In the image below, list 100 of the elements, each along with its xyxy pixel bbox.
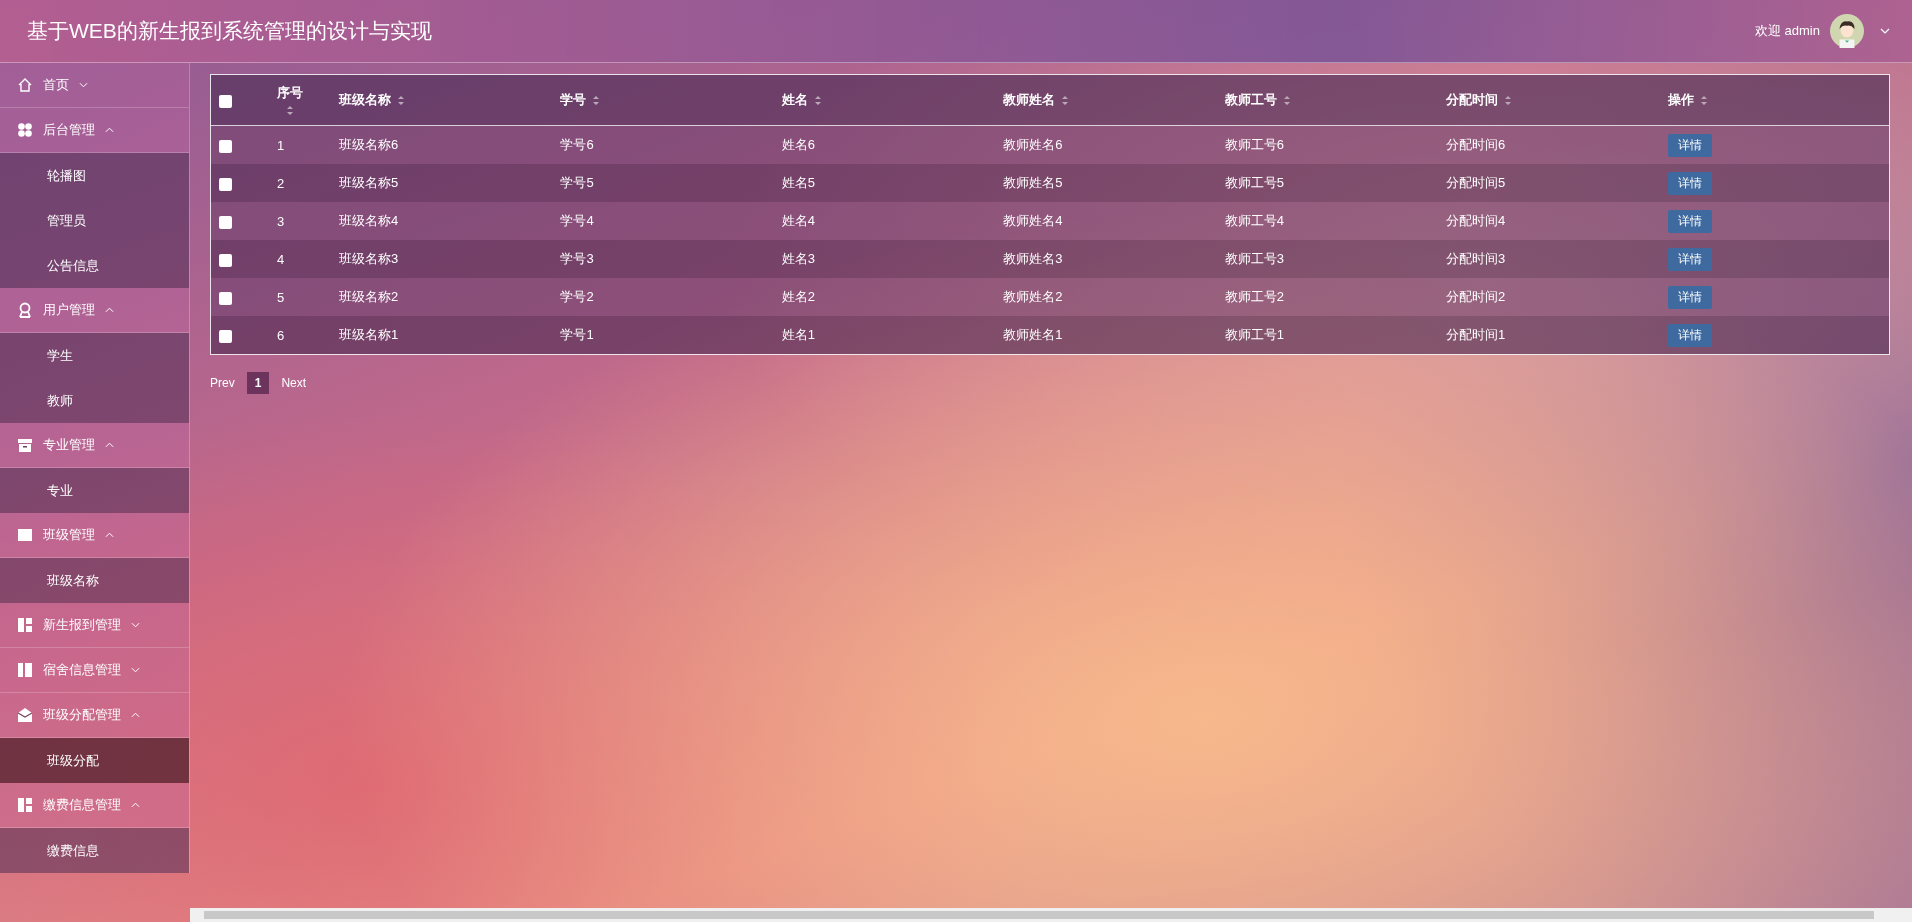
- menu-item[interactable]: 宿舍信息管理: [0, 648, 189, 693]
- detail-button[interactable]: 详情: [1667, 209, 1712, 233]
- table-cell: 教师工号1: [1224, 327, 1284, 342]
- submenu-item[interactable]: 学生: [0, 333, 189, 378]
- table-cell: 4: [277, 251, 285, 267]
- welcome-text: 欢迎 admin: [1754, 22, 1820, 40]
- checkbox[interactable]: [219, 253, 232, 267]
- home-icon: [17, 77, 33, 93]
- table-cell: 学号6: [560, 137, 594, 152]
- menu-item[interactable]: 班级分配管理: [0, 693, 189, 738]
- layout-icon: [17, 797, 33, 813]
- table-cell: 教师工号4: [1224, 213, 1284, 228]
- detail-button[interactable]: 详情: [1667, 285, 1712, 309]
- detail-button[interactable]: 详情: [1667, 323, 1712, 347]
- layout-icon: [17, 617, 33, 633]
- menu-item[interactable]: 用户管理: [0, 288, 189, 333]
- submenu-item[interactable]: 班级名称: [0, 558, 189, 603]
- table-cell: 学号5: [560, 175, 594, 190]
- checkbox[interactable]: [219, 291, 232, 305]
- menu-item[interactable]: 新生报到管理: [0, 603, 189, 648]
- table-cell: 分配时间4: [1446, 213, 1506, 228]
- menu-item[interactable]: 后台管理: [0, 108, 189, 153]
- sort-icon: [813, 94, 822, 106]
- next-link[interactable]: Next: [281, 376, 307, 390]
- menu-item[interactable]: 缴费信息管理: [0, 783, 189, 828]
- avatar-icon[interactable]: [1830, 14, 1864, 48]
- sort-icon: [1699, 94, 1708, 106]
- table-cell: 姓名3: [781, 251, 816, 266]
- table-cell: 分配时间2: [1446, 289, 1506, 304]
- table-cell: 班级名称6: [339, 137, 399, 152]
- badge-icon: [17, 302, 33, 318]
- table-cell: 分配时间3: [1446, 251, 1506, 266]
- sort-icon: [1504, 94, 1513, 106]
- submenu-item[interactable]: 管理员: [0, 198, 189, 243]
- table-cell: 教师姓名4: [1003, 213, 1063, 228]
- column-header[interactable]: 操作: [1667, 91, 1694, 109]
- detail-button[interactable]: 详情: [1667, 247, 1712, 271]
- menu-item[interactable]: 专业管理: [0, 423, 189, 468]
- four-dots-icon: [17, 122, 33, 138]
- table-cell: 学号2: [560, 289, 594, 304]
- submenu-item[interactable]: 缴费信息: [0, 828, 189, 873]
- table-cell: 班级名称4: [339, 213, 399, 228]
- table-cell: 教师姓名3: [1003, 251, 1063, 266]
- page-number[interactable]: 1: [246, 372, 270, 394]
- detail-button[interactable]: 详情: [1667, 133, 1712, 157]
- checkbox[interactable]: [219, 177, 232, 191]
- table-cell: 3: [277, 213, 285, 229]
- table-cell: 班级名称3: [339, 251, 399, 266]
- table-cell: 姓名5: [781, 175, 816, 190]
- table-cell: 5: [277, 289, 285, 305]
- menu-item[interactable]: 班级管理: [0, 513, 189, 558]
- columns-icon: [17, 662, 33, 678]
- detail-button[interactable]: 详情: [1667, 171, 1712, 195]
- checkbox[interactable]: [219, 139, 232, 153]
- prev-link[interactable]: Prev: [210, 376, 235, 390]
- sort-icon: [286, 105, 294, 116]
- checkbox[interactable]: [219, 94, 232, 108]
- caret-icon[interactable]: [1880, 28, 1890, 34]
- column-header[interactable]: 学号: [560, 91, 587, 109]
- submenu-item[interactable]: 轮播图: [0, 153, 189, 198]
- table-cell: 班级名称2: [339, 289, 399, 304]
- column-header[interactable]: 姓名: [781, 91, 808, 109]
- table-cell: 教师工号5: [1224, 175, 1284, 190]
- table-cell: 教师工号2: [1224, 289, 1284, 304]
- submenu-item[interactable]: 公告信息: [0, 243, 189, 288]
- column-header[interactable]: 班级名称: [339, 91, 391, 109]
- table-cell: 姓名4: [781, 213, 816, 228]
- submenu-item[interactable]: 班级分配: [0, 738, 189, 783]
- table-cell: 教师姓名2: [1003, 289, 1063, 304]
- table-cell: 教师工号3: [1224, 251, 1284, 266]
- table-cell: 2: [277, 175, 285, 191]
- envelope-icon: [17, 707, 33, 723]
- column-header[interactable]: 分配时间: [1446, 91, 1499, 109]
- table-cell: 分配时间5: [1446, 175, 1506, 190]
- submenu-item[interactable]: 专业: [0, 468, 189, 513]
- table-cell: 分配时间6: [1446, 137, 1506, 152]
- submenu-item[interactable]: 教师: [0, 378, 189, 423]
- column-header[interactable]: 教师工号: [1224, 91, 1277, 109]
- table-cell: 姓名6: [781, 137, 816, 152]
- table-cell: 教师工号6: [1224, 137, 1284, 152]
- column-header[interactable]: 教师姓名: [1003, 91, 1056, 109]
- table-cell: 分配时间1: [1446, 327, 1506, 342]
- menu-item[interactable]: 首页: [0, 63, 189, 108]
- checkbox[interactable]: [219, 329, 232, 343]
- table-cell: 1: [277, 137, 285, 153]
- archive-icon: [17, 437, 33, 453]
- table-cell: 教师姓名5: [1003, 175, 1063, 190]
- sort-icon: [1061, 94, 1070, 106]
- table-cell: 学号1: [560, 327, 594, 342]
- sort-icon: [1282, 94, 1291, 106]
- table-cell: 班级名称5: [339, 175, 399, 190]
- horizontal-scrollbar[interactable]: [190, 908, 1912, 922]
- column-header[interactable]: 序号: [277, 84, 303, 102]
- table-cell: 教师姓名6: [1003, 137, 1063, 152]
- sort-icon: [592, 94, 601, 106]
- table-cell: 姓名2: [781, 289, 816, 304]
- checkbox[interactable]: [219, 215, 232, 229]
- sort-icon: [397, 94, 405, 106]
- table-cell: 班级名称1: [339, 327, 399, 342]
- table-cell: 学号3: [560, 251, 594, 266]
